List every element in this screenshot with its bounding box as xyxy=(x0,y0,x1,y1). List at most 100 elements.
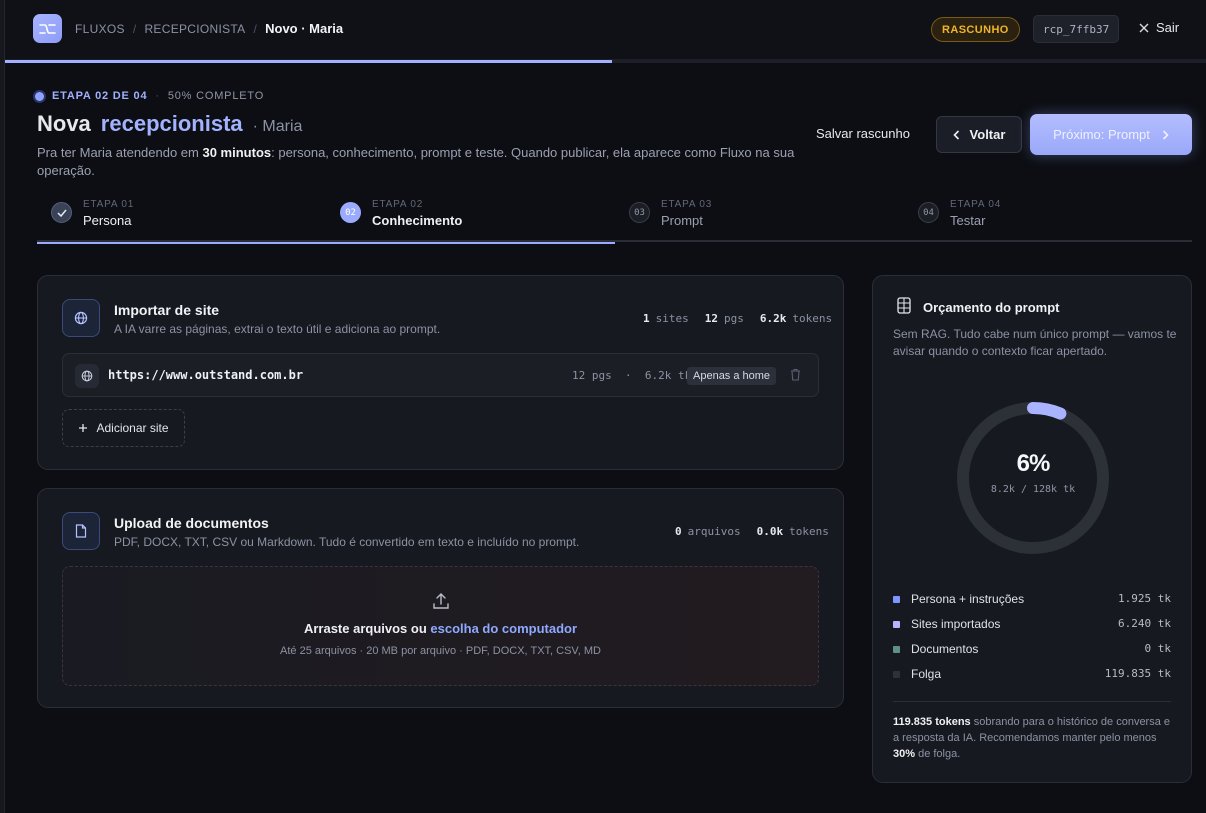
import-site-subtitle: A IA varre as páginas, extrai o texto út… xyxy=(114,322,441,336)
meta-separator: · xyxy=(155,90,160,102)
step-persona[interactable]: ETAPA 01 Persona xyxy=(37,196,326,244)
legend-value: 0 tk xyxy=(1144,642,1172,655)
breadcrumb-recepcionista[interactable]: RECEPCIONISTA xyxy=(144,22,245,36)
sites-label: sites xyxy=(655,312,689,325)
site-url: https://www.outstand.com.br xyxy=(108,368,304,382)
file-icon xyxy=(62,512,100,550)
record-id-chip[interactable]: rcp_7ffb37 xyxy=(1033,15,1120,43)
title-sub: · Maria xyxy=(252,118,303,135)
status-badge: RASCUNHO xyxy=(931,17,1020,42)
breadcrumb-fluxos[interactable]: FLUXOS xyxy=(75,22,125,36)
legend-swatch xyxy=(893,671,900,678)
wizard-progress-bar xyxy=(5,60,1206,63)
columns-icon xyxy=(897,297,911,319)
files-count: 0 xyxy=(675,525,682,538)
wizard-progress-fill xyxy=(5,60,612,63)
upload-icon xyxy=(431,591,451,616)
step-conhecimento[interactable]: 02 ETAPA 02 Conhecimento xyxy=(326,196,615,244)
step-counter: ETAPA 02 DE 04 xyxy=(52,90,148,102)
upload-subtitle: PDF, DOCX, TXT, CSV ou Markdown. Tudo é … xyxy=(114,535,580,549)
step-name: Prompt xyxy=(661,213,703,228)
upload-card: Upload de documentos PDF, DOCX, TXT, CSV… xyxy=(37,488,844,708)
tokens-count: 6.2k xyxy=(759,312,787,325)
chevron-right-icon xyxy=(1162,129,1169,140)
step-name: Persona xyxy=(83,213,132,228)
import-site-card: Importar de site A IA varre as páginas, … xyxy=(37,275,844,470)
tokens-count: 0.0k xyxy=(756,525,784,538)
legend-item: Folga 119.835 tk xyxy=(893,667,1171,692)
step-name: Testar xyxy=(950,213,986,228)
window-edge xyxy=(0,0,5,813)
breadcrumb-separator: / xyxy=(132,21,137,36)
step-name: Conhecimento xyxy=(372,213,463,228)
budget-percent: 6% xyxy=(1016,450,1051,477)
globe-icon xyxy=(75,364,99,388)
note-text-end: de folga. xyxy=(915,748,961,760)
desc-bold: 30 minutos xyxy=(202,145,272,160)
step-number-label: ETAPA 04 xyxy=(950,199,1002,210)
next-button[interactable]: Próximo: Prompt xyxy=(1030,114,1192,155)
import-site-title: Importar de site xyxy=(114,302,220,318)
tokens-label: tokens xyxy=(792,312,833,325)
budget-title: Orçamento do prompt xyxy=(923,300,1060,315)
note-percent: 30% xyxy=(893,748,916,760)
save-draft-button[interactable]: Salvar rascunho xyxy=(816,126,910,141)
legend-item: Persona + instruções 1.925 tk xyxy=(893,592,1171,617)
step-prompt[interactable]: 03 ETAPA 03 Prompt xyxy=(615,196,904,242)
trash-icon[interactable] xyxy=(790,368,801,386)
page-description: Pra ter Maria atendendo em 30 minutos: p… xyxy=(37,144,797,180)
add-site-button[interactable]: Adicionar site xyxy=(62,409,185,447)
dropzone-limits: Até 25 arquivos · 20 MB por arquivo · PD… xyxy=(280,645,601,657)
budget-legend: Persona + instruções 1.925 tk Sites impo… xyxy=(893,592,1171,692)
globe-icon xyxy=(62,299,100,337)
budget-description: Sem RAG. Tudo cabe num único prompt — va… xyxy=(893,327,1177,358)
legend-item: Documentos 0 tk xyxy=(893,642,1171,667)
title-main: Nova xyxy=(37,111,91,136)
close-icon xyxy=(1139,23,1149,32)
legend-name: Sites importados xyxy=(911,617,1001,631)
title-accent: recepcionista xyxy=(100,111,243,136)
step-number-label: ETAPA 03 xyxy=(661,199,713,210)
site-row[interactable]: https://www.outstand.com.br 12 pgs · 6.2… xyxy=(62,353,819,397)
site-meta: 12 pgs · 6.2k tk xyxy=(572,369,692,382)
progress-label: 50% COMPLETO xyxy=(167,90,265,102)
choose-file-link[interactable]: escolha do computador xyxy=(430,621,577,636)
breadcrumb-separator: / xyxy=(253,21,258,36)
step-number-label: ETAPA 01 xyxy=(83,199,135,210)
sites-count: 1 xyxy=(643,312,650,325)
back-button[interactable]: Voltar xyxy=(936,116,1022,153)
page-title: Nova recepcionista · Maria xyxy=(37,111,302,137)
exit-button[interactable]: Sair xyxy=(1139,20,1179,35)
scope-chip[interactable]: Apenas a home xyxy=(687,367,777,385)
legend-name: Documentos xyxy=(911,642,979,656)
dropzone-text: Arraste arquivos ou escolha do computado… xyxy=(63,621,818,636)
app-logo[interactable] xyxy=(33,14,62,43)
chevron-left-icon xyxy=(952,129,959,140)
step-testar[interactable]: 04 ETAPA 04 Testar xyxy=(904,196,1193,242)
pages-label: pgs xyxy=(724,312,744,325)
upload-title: Upload de documentos xyxy=(114,515,269,531)
plus-icon xyxy=(79,424,88,432)
legend-name: Folga xyxy=(911,667,942,681)
legend-value: 6.240 tk xyxy=(1118,617,1171,630)
budget-donut xyxy=(957,402,1109,554)
legend-swatch xyxy=(893,646,900,653)
next-label: Próximo: Prompt xyxy=(1053,127,1150,142)
step-badge: 04 xyxy=(918,202,939,223)
donut-track xyxy=(957,402,1109,554)
budget-usage: 8.2k / 128k tk xyxy=(990,484,1076,495)
breadcrumb: FLUXOS / RECEPCIONISTA / Novo · Maria xyxy=(75,21,343,36)
dropzone-prompt: Arraste arquivos ou xyxy=(303,621,431,636)
current-step-dot xyxy=(35,91,44,101)
check-icon xyxy=(51,202,72,223)
divider xyxy=(893,701,1171,702)
step-number-label: ETAPA 02 xyxy=(372,199,424,210)
legend-swatch xyxy=(893,621,900,628)
stepper: ETAPA 01 Persona 02 ETAPA 02 Conheciment… xyxy=(37,196,1193,244)
flow-icon xyxy=(39,23,56,34)
import-site-stats: 1 sites 12 pgs 6.2k tokens xyxy=(643,312,832,325)
file-dropzone[interactable]: Arraste arquivos ou escolha do computado… xyxy=(62,566,819,686)
budget-note: 119.835 tokens sobrando para o histórico… xyxy=(893,714,1175,762)
step-badge: 02 xyxy=(340,202,361,223)
tokens-label: tokens xyxy=(789,525,829,538)
